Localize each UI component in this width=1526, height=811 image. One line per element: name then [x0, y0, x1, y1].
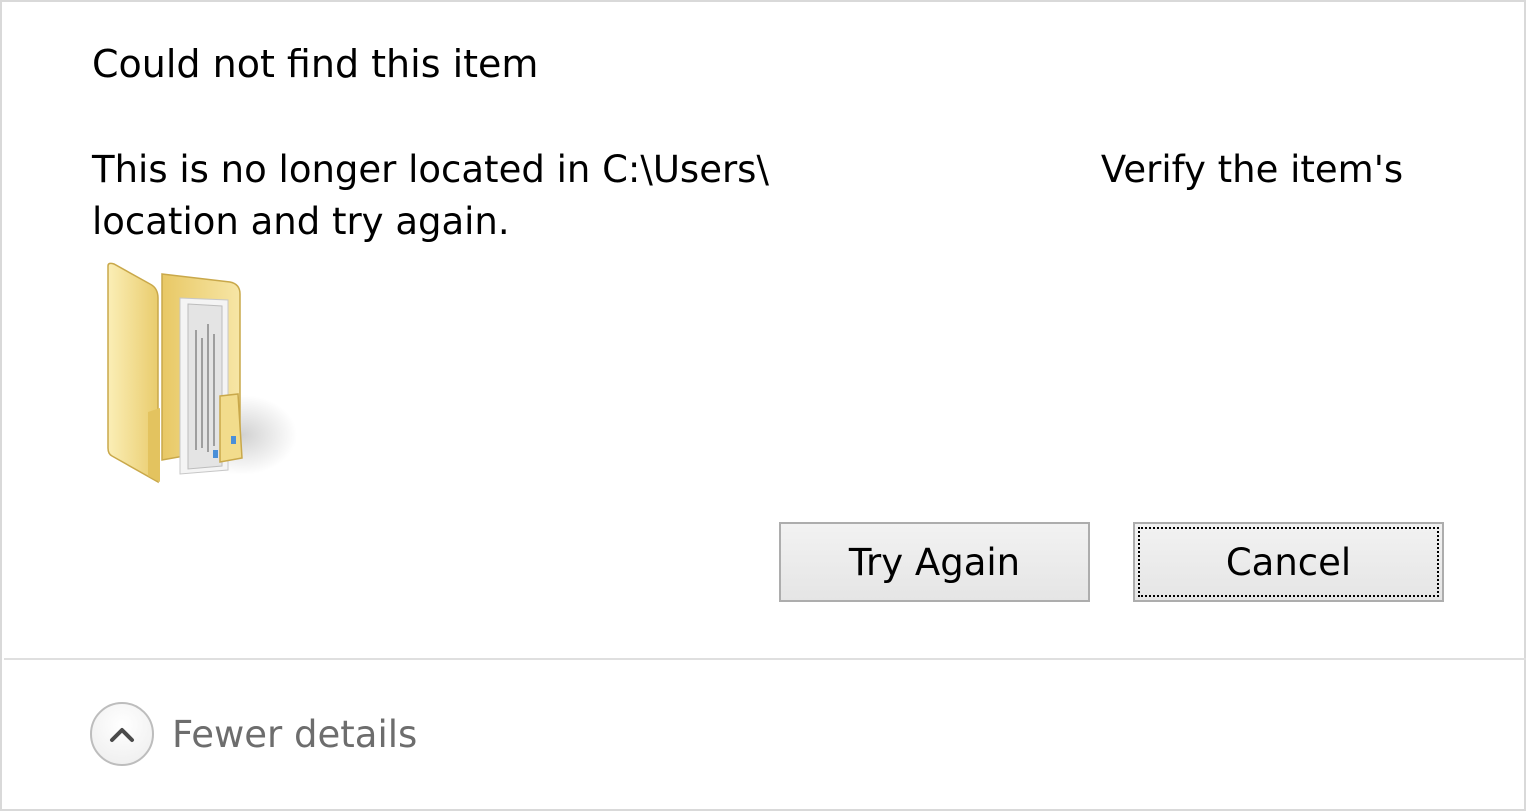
error-message: This is no longer located in C:\Users\ Ve…: [92, 144, 1412, 248]
footer-divider: [4, 658, 1526, 660]
error-message-verify: Verify the item's: [1100, 148, 1404, 191]
fewer-details-toggle[interactable]: Fewer details: [90, 702, 417, 766]
chevron-up-icon[interactable]: [90, 702, 154, 766]
error-message-line-1: This is no longer located in C:\Users\ Ve…: [92, 144, 1412, 196]
file-error-dialog: Could not find this item This is no long…: [0, 0, 1526, 811]
cancel-button[interactable]: Cancel: [1133, 522, 1444, 602]
cancel-button-label: Cancel: [1225, 540, 1352, 584]
dialog-heading: Could not find this item: [92, 42, 539, 86]
error-message-path: This is no longer located in C:\Users\: [92, 148, 769, 191]
try-again-button[interactable]: Try Again: [779, 522, 1090, 602]
folder-icon: [102, 260, 302, 490]
fewer-details-label[interactable]: Fewer details: [172, 713, 417, 756]
error-message-line-2: location and try again.: [92, 200, 510, 243]
